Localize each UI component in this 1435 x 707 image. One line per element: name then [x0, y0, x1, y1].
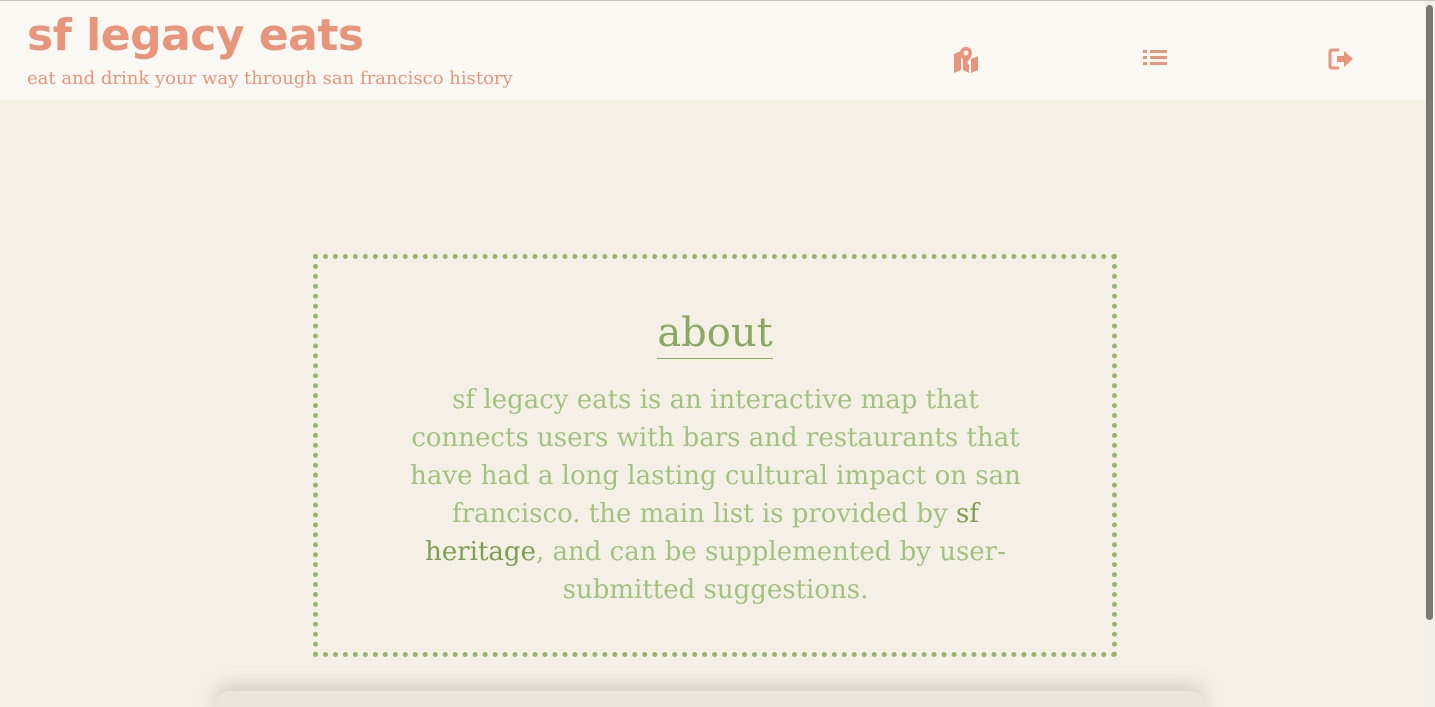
sign-out-nav-button[interactable] — [1327, 45, 1357, 75]
about-heading-text: about — [657, 310, 773, 359]
scrollbar-track[interactable] — [1425, 1, 1435, 707]
sign-out-icon — [1328, 48, 1353, 70]
about-heading: about — [318, 307, 1112, 359]
list-nav-button[interactable] — [1140, 45, 1170, 75]
map-nav-button[interactable] — [951, 45, 981, 75]
about-text-intro: sf legacy eats is an interactive map tha… — [410, 385, 1021, 529]
about-text-outro: , and can be supplemented by user-submit… — [535, 537, 1006, 605]
list-icon — [1143, 50, 1167, 65]
site-title[interactable]: sf legacy eats — [27, 7, 364, 65]
about-section: about sf legacy eats is an interactive m… — [313, 254, 1117, 657]
map-icon — [954, 47, 978, 73]
scrollbar-thumb[interactable] — [1426, 5, 1433, 620]
about-text: sf legacy eats is an interactive map tha… — [398, 381, 1033, 609]
next-section-edge — [215, 691, 1205, 707]
header: sf legacy eats eat and drink your way th… — [0, 1, 1425, 100]
site-tagline: eat and drink your way through san franc… — [27, 68, 513, 89]
page: sf legacy eats eat and drink your way th… — [0, 0, 1435, 707]
